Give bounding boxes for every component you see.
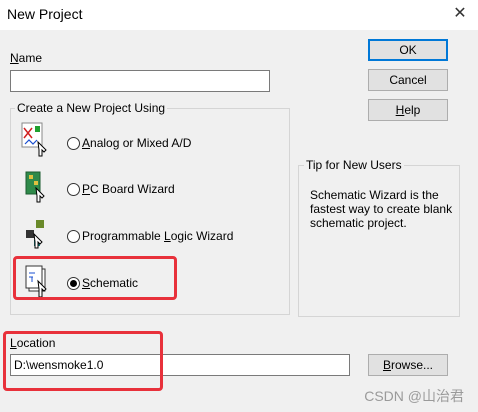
programmable-logic-radio[interactable]	[67, 230, 80, 243]
name-label: Name	[10, 51, 43, 65]
browse-button[interactable]: Browse...	[368, 354, 448, 376]
analog-option-label[interactable]: Analog or Mixed A/D	[82, 136, 191, 150]
schematic-highlight-box	[13, 256, 177, 300]
cancel-button[interactable]: Cancel	[368, 69, 448, 91]
help-button[interactable]: Help	[368, 99, 448, 121]
close-icon[interactable]: ✕	[446, 3, 474, 25]
name-input[interactable]	[10, 70, 270, 92]
pcb-option-label[interactable]: PC Board Wizard	[82, 182, 175, 196]
programmable-logic-icon	[26, 220, 44, 249]
tip-legend: Tip for New Users	[304, 158, 404, 172]
csdn-watermark: CSDN @山治君	[364, 388, 464, 404]
project-type-legend: Create a New Project Using	[15, 101, 168, 115]
new-project-dialog: New Project ✕ Name OK Cancel Help Create…	[0, 0, 478, 412]
window-title: New Project	[7, 6, 83, 22]
pcb-radio[interactable]	[67, 183, 80, 196]
location-highlight-box	[3, 331, 163, 391]
pcb-board-icon	[25, 171, 45, 203]
title-bar[interactable]: New Project ✕	[0, 0, 478, 30]
name-label-text: ame	[18, 51, 43, 65]
analog-radio[interactable]	[67, 137, 80, 150]
tip-text: Schematic Wizard is the fastest way to c…	[310, 188, 453, 230]
programmable-logic-option-label[interactable]: Programmable Logic Wizard	[82, 229, 233, 243]
analog-circuit-icon	[21, 122, 47, 157]
ok-button[interactable]: OK	[368, 39, 448, 61]
